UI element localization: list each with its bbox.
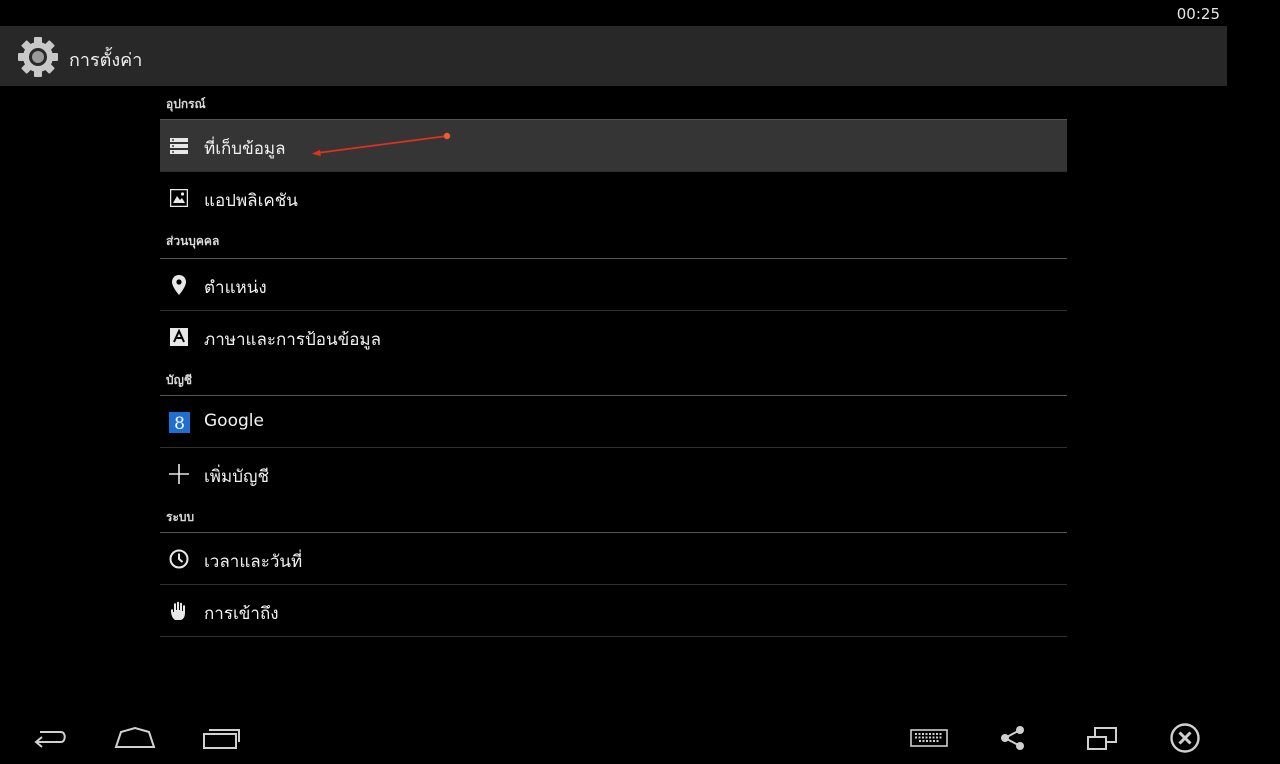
status-bar: 00:25 bbox=[0, 0, 1227, 26]
apps-icon bbox=[168, 187, 190, 209]
section-header-accounts: บัญชี bbox=[160, 362, 1067, 396]
storage-icon bbox=[168, 135, 190, 157]
settings-item-label: การเข้าถึง bbox=[204, 604, 279, 624]
section-header-label: ส่วนบุคคล bbox=[166, 234, 220, 248]
section-header-label: บัญชี bbox=[166, 373, 192, 387]
google-icon: 8 bbox=[168, 411, 190, 433]
settings-item-google[interactable]: 8 Google bbox=[160, 396, 1067, 448]
keyboard-icon[interactable] bbox=[907, 712, 951, 764]
location-pin-icon bbox=[168, 274, 190, 296]
share-icon[interactable] bbox=[996, 712, 1030, 764]
language-input-icon bbox=[168, 326, 190, 348]
settings-item-date-time[interactable]: เวลาและวันที่ bbox=[160, 533, 1067, 585]
recent-apps-icon[interactable] bbox=[200, 712, 242, 764]
back-icon[interactable] bbox=[28, 712, 72, 764]
settings-item-storage[interactable]: ที่เก็บข้อมูล bbox=[160, 120, 1067, 172]
settings-item-apps[interactable]: แอปพลิเคชัน bbox=[160, 172, 1067, 223]
settings-item-language-input[interactable]: ภาษาและการป้อนข้อมูล bbox=[160, 311, 1067, 362]
settings-item-label: ภาษาและการป้อนข้อมูล bbox=[204, 330, 382, 350]
settings-list: อุปกรณ์ ที่เก็บข้อมูล แอปพลิเคชัน ส่วนบุ bbox=[160, 86, 1067, 637]
home-icon[interactable] bbox=[113, 712, 157, 764]
navigation-bar bbox=[0, 712, 1280, 764]
settings-item-location[interactable]: ตำแหน่ง bbox=[160, 259, 1067, 311]
settings-item-label: แอปพลิเคชัน bbox=[204, 191, 298, 211]
section-header-label: อุปกรณ์ bbox=[166, 97, 206, 111]
section-header-system: ระบบ bbox=[160, 499, 1067, 533]
plus-icon bbox=[168, 463, 190, 485]
window-icon[interactable] bbox=[1082, 712, 1122, 764]
hand-icon bbox=[168, 600, 190, 622]
settings-item-label: เพิ่มบัญชี bbox=[204, 467, 270, 487]
section-header-label: ระบบ bbox=[166, 510, 195, 524]
right-edge-strip bbox=[1227, 0, 1280, 700]
settings-item-accessibility[interactable]: การเข้าถึง bbox=[160, 585, 1067, 637]
gear-icon[interactable] bbox=[15, 34, 61, 80]
section-header-device: อุปกรณ์ bbox=[160, 86, 1067, 120]
settings-item-label: Google bbox=[204, 411, 264, 431]
section-header-personal: ส่วนบุคคล bbox=[160, 223, 1067, 259]
svg-text:8: 8 bbox=[174, 414, 185, 433]
settings-item-label: เวลาและวันที่ bbox=[204, 552, 303, 572]
settings-item-label: ที่เก็บข้อมูล bbox=[204, 139, 286, 159]
settings-item-label: ตำแหน่ง bbox=[204, 278, 267, 298]
page-title: การตั้งค่า bbox=[69, 50, 143, 71]
settings-item-add-account[interactable]: เพิ่มบัญชี bbox=[160, 448, 1067, 499]
action-bar: การตั้งค่า bbox=[0, 26, 1227, 86]
status-time: 00:25 bbox=[1176, 5, 1220, 23]
close-icon[interactable] bbox=[1164, 712, 1206, 764]
clock-icon bbox=[168, 548, 190, 570]
